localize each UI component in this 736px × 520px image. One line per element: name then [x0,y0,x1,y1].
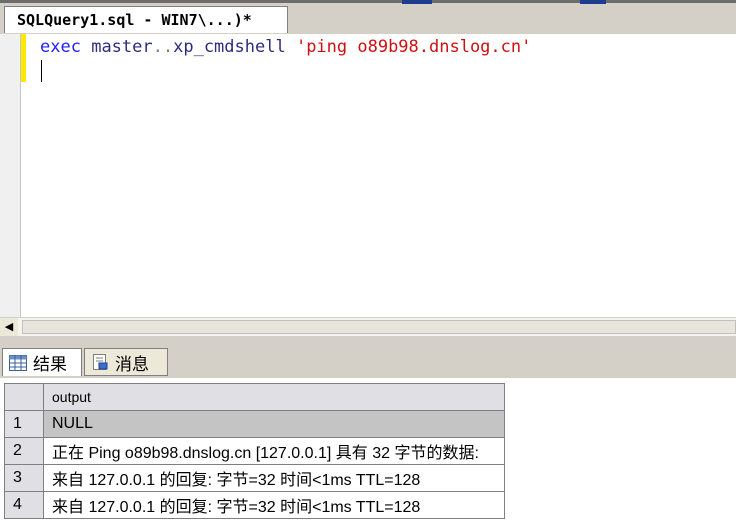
string-literal: 'ping o89b98.dnslog.cn' [295,37,532,57]
header-row: output [4,383,505,411]
keyword-exec: exec [40,37,81,57]
results-table: output 1 NULL 2 正在 Ping o89b98.dnslog.cn… [4,383,505,519]
output-cell[interactable]: 正在 Ping o89b98.dnslog.cn [127.0.0.1] 具有 … [43,437,505,465]
tab-messages-label: 消息 [115,354,149,374]
table-row[interactable]: 3 来自 127.0.0.1 的回复: 字节=32 时间<1ms TTL=128 [4,464,505,492]
row-number[interactable]: 2 [4,437,44,465]
tab-messages[interactable]: 消息 [84,348,168,376]
tabstrip-accent [402,0,432,4]
scrollbar-thumb[interactable] [22,320,736,334]
table-row[interactable]: 1 NULL [4,410,505,438]
grid-corner-cell[interactable] [4,383,44,411]
change-tracking-bar [21,34,26,82]
tab-results-label: 结果 [33,355,67,374]
identifier-procedure: xp_cmdshell [173,37,286,57]
tabstrip-top-border [0,0,736,3]
column-header-output[interactable]: output [43,383,505,411]
scroll-left-arrow-icon[interactable]: ◀ [0,318,18,336]
output-cell[interactable]: NULL [43,410,505,438]
code-line-1[interactable]: exec master..xp_cmdshell 'ping o89b98.dn… [40,36,531,58]
output-cell[interactable]: 来自 127.0.0.1 的回复: 字节=32 时间<1ms TTL=128 [43,464,505,492]
operator-dots: .. [152,37,174,57]
query-editor[interactable]: exec master..xp_cmdshell 'ping o89b98.dn… [0,34,736,317]
results-tab-strip: 结果 消息 [0,346,736,378]
editor-horizontal-scrollbar[interactable]: ◀ [0,317,736,337]
results-grid[interactable]: output 1 NULL 2 正在 Ping o89b98.dnslog.cn… [0,378,736,520]
output-cell[interactable]: 来自 127.0.0.1 的回复: 字节=32 时间<1ms TTL=128 [43,491,505,519]
tabstrip-accent [580,0,606,4]
messages-icon [93,354,108,370]
row-number[interactable]: 1 [4,410,44,438]
row-number[interactable]: 3 [4,464,44,492]
pane-splitter[interactable] [0,337,736,346]
table-row[interactable]: 4 来自 127.0.0.1 的回复: 字节=32 时间<1ms TTL=128 [4,491,505,519]
editor-gutter [0,34,21,317]
document-tab-strip: SQLQuery1.sql - WIN7\...)* [0,0,736,35]
identifier-master: master [91,37,153,57]
text-caret [41,60,42,82]
tab-results[interactable]: 结果 [2,348,82,376]
query-document-tab[interactable]: SQLQuery1.sql - WIN7\...)* [4,6,288,33]
table-row[interactable]: 2 正在 Ping o89b98.dnslog.cn [127.0.0.1] 具… [4,437,505,465]
row-number[interactable]: 4 [4,491,44,519]
grid-icon [9,354,27,371]
